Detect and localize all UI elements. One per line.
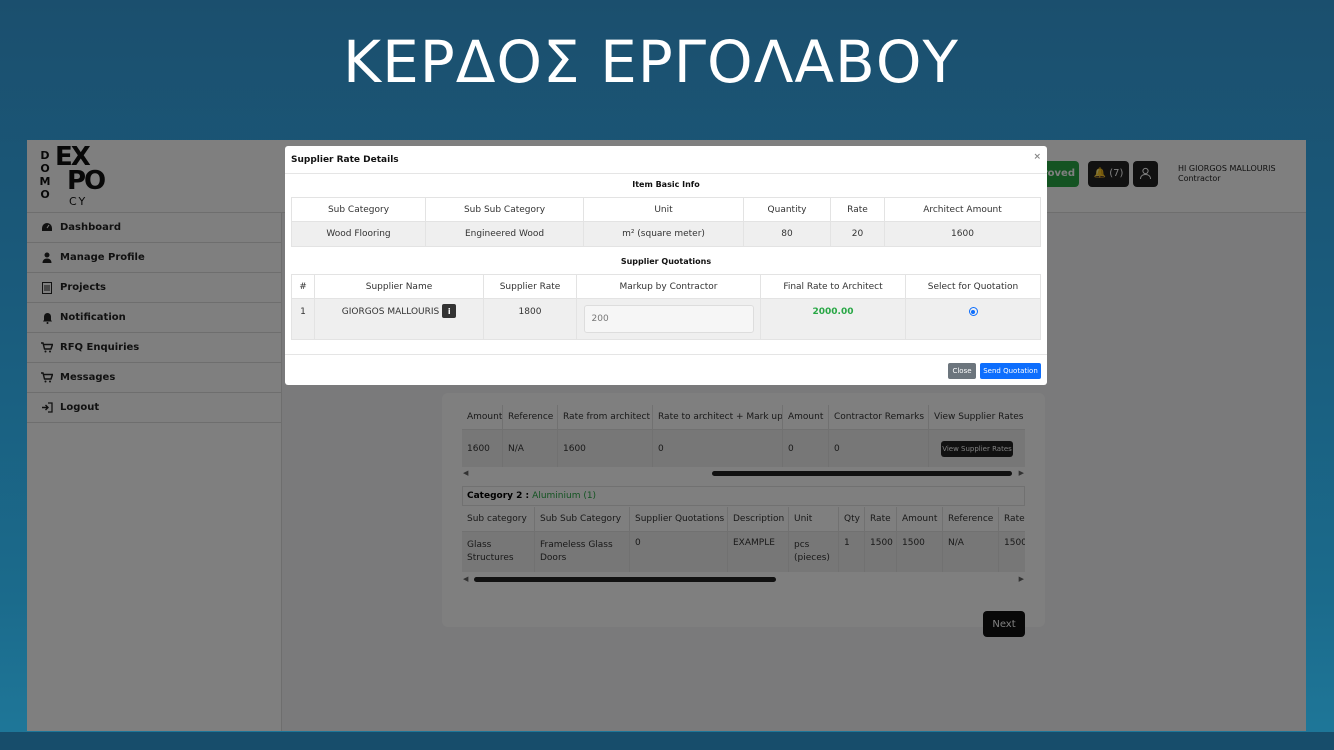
basic-info-table: Sub Category Sub Sub Category Unit Quant… xyxy=(291,197,1041,247)
column-header: Sub Category xyxy=(292,198,426,221)
modal-title: Supplier Rate Details xyxy=(291,154,399,165)
column-header: Architect Amount xyxy=(923,204,1002,215)
column-header: Quantity xyxy=(744,198,831,221)
table-cell: Engineered Wood xyxy=(426,222,584,246)
column-header: Unit xyxy=(584,198,744,221)
table-cell: 1 xyxy=(292,299,315,339)
supplier-rate-modal: Supplier Rate Details × Item Basic Info … xyxy=(285,146,1047,385)
column-header: Markup by Contractor xyxy=(577,275,761,298)
table-cell: 1800 xyxy=(484,299,577,339)
supplier-name: GIORGOS MALLOURIS xyxy=(341,307,440,317)
table-cell xyxy=(906,299,1040,339)
supplier-quotations-table: # Supplier Name Supplier Rate Markup by … xyxy=(291,274,1041,340)
table-cell: 1600 xyxy=(951,229,974,239)
table-cell: 20 xyxy=(831,222,885,246)
table-cell: 80 xyxy=(744,222,831,246)
table-header-row: Sub Category Sub Sub Category Unit Quant… xyxy=(292,198,1040,222)
table-cell: m² (square meter) xyxy=(584,222,744,246)
table-row: 1 GIORGOS MALLOURIS i 1800 200 2000.00 xyxy=(292,299,1040,339)
close-button[interactable]: Close xyxy=(948,363,976,379)
supplier-quotations-title: Supplier Quotations xyxy=(620,257,712,266)
table-row: Wood Flooring Engineered Wood m² (square… xyxy=(292,222,1040,246)
basic-info-title: Item Basic Info xyxy=(632,180,700,189)
markup-input[interactable]: 200 xyxy=(583,305,754,333)
final-rate-value: 2000.00 xyxy=(761,299,906,339)
column-header: Sub Sub Category xyxy=(426,198,584,221)
info-icon[interactable]: i xyxy=(442,304,457,318)
table-cell: Wood Flooring xyxy=(292,222,426,246)
column-header: Select for Quotation xyxy=(927,281,1019,292)
send-quotation-button[interactable]: Send Quotation xyxy=(980,363,1041,379)
select-quotation-radio[interactable] xyxy=(968,307,978,316)
column-header: Rate xyxy=(831,198,885,221)
table-header-row: # Supplier Name Supplier Rate Markup by … xyxy=(292,275,1040,299)
bottom-band xyxy=(0,732,1334,750)
slide-title: ΚΕΡΔΟΣ ΕΡΓΟΛΑΒΟΥ xyxy=(343,28,959,96)
table-cell: GIORGOS MALLOURIS i xyxy=(315,299,484,339)
close-icon[interactable]: × xyxy=(1033,152,1041,162)
column-header: Final Rate to Architect xyxy=(761,275,906,298)
column-header: # xyxy=(292,275,315,298)
modal-header: Supplier Rate Details × xyxy=(285,146,1047,174)
column-header: Supplier Rate xyxy=(484,275,577,298)
column-header: Supplier Name xyxy=(315,275,484,298)
modal-footer: Close Send Quotation xyxy=(285,354,1047,385)
table-cell: 200 xyxy=(577,299,761,339)
